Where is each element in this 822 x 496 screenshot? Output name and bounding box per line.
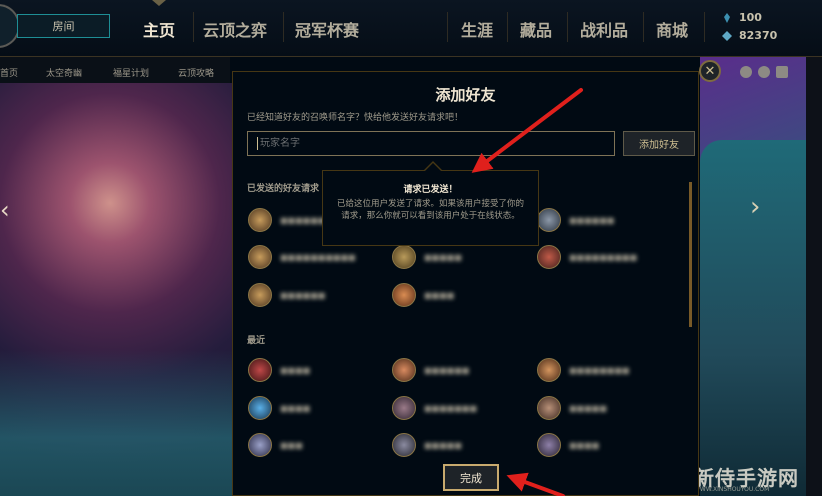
done-button[interactable]: 完成 [443, 464, 499, 491]
chat-icon[interactable] [758, 66, 770, 78]
subnav-item[interactable]: 云顶攻略 [178, 66, 214, 79]
nav-collection[interactable]: 藏品 [520, 17, 552, 41]
nav-tft[interactable]: 云顶之弈 [203, 17, 267, 41]
list-item[interactable]: ■■■■■■■■ [537, 358, 629, 382]
avatar [537, 358, 561, 382]
add-friend-button[interactable]: 添加好友 [623, 131, 695, 156]
divider [507, 12, 508, 42]
list-item[interactable]: ■■■■■■■■■ [537, 245, 637, 269]
chevron-left-icon[interactable]: ‹ [0, 196, 10, 224]
nav-home[interactable]: 主页 [143, 17, 175, 41]
social-icons [740, 66, 788, 78]
scrollbar[interactable] [689, 182, 692, 327]
avatar [537, 433, 561, 457]
riot-points-icon [722, 30, 732, 41]
list-item[interactable]: ■■■■■■ [248, 283, 325, 307]
avatar [248, 283, 272, 307]
summoner-name-input[interactable] [247, 131, 615, 156]
subnav-item[interactable]: 首页 [0, 66, 18, 79]
list-item[interactable]: ■■■■■ [537, 396, 607, 420]
recent-players-header: 最近 [247, 336, 266, 346]
subnav-item[interactable]: 福星计划 [113, 66, 149, 79]
avatar [392, 283, 416, 307]
avatar [537, 208, 561, 232]
divider [447, 12, 448, 42]
mail-icon[interactable] [776, 66, 788, 78]
background-splash-art-lower [0, 350, 232, 496]
divider [193, 12, 194, 42]
text-caret [257, 137, 258, 150]
list-item[interactable]: ■■■■■■■ [248, 208, 333, 232]
avatar [248, 433, 272, 457]
social-sidebar-edge [806, 57, 822, 496]
sent-requests-header: 已发送的好友请求 [247, 184, 320, 194]
list-item[interactable]: ■■■■■■ [392, 358, 469, 382]
avatar [248, 396, 272, 420]
currency-wallet[interactable]: 100 82370 [706, 6, 822, 50]
avatar [537, 396, 561, 420]
home-subnav: 首页 太空奇幽 福星计划 云顶攻略 [0, 57, 230, 83]
tooltip-body: 已给这位用户发送了请求。如果该用户接受了你的请求，那么你就可以看到该用户处于在线… [337, 199, 525, 221]
divider [643, 12, 644, 42]
blue-essence-amount: 100 [739, 11, 762, 24]
avatar [248, 208, 272, 232]
list-item[interactable]: ■■■■ [248, 396, 310, 420]
close-icon[interactable]: ✕ [699, 60, 721, 82]
list-item[interactable]: ■■■■■■ [537, 208, 614, 232]
nav-store[interactable]: 商城 [656, 17, 688, 41]
modal-title: 添加好友 [435, 86, 496, 104]
list-item[interactable]: ■■■■■ [392, 245, 462, 269]
divider [283, 12, 284, 42]
chevron-right-icon[interactable]: › [750, 192, 768, 222]
list-item[interactable]: ■■■■■■■■■■ [248, 245, 356, 269]
watermark-url: WWW.XINSHOUYOU.COM [694, 486, 770, 493]
avatar [392, 358, 416, 382]
nav-loot[interactable]: 战利品 [580, 17, 628, 41]
chevron-down-icon [152, 0, 166, 6]
avatar [392, 245, 416, 269]
modal-description: 已经知道好友的召唤师名字？快给他发送好友请求吧！ [247, 113, 464, 123]
subnav-item[interactable]: 太空奇幽 [46, 66, 82, 79]
avatar [392, 433, 416, 457]
divider [704, 12, 705, 42]
list-item[interactable]: ■■■■■ [392, 433, 462, 457]
request-sent-tooltip: 请求已发送！ 已给这位用户发送了请求。如果该用户接受了你的请求，那么你就可以看到… [322, 170, 539, 246]
blue-essence-icon [724, 12, 730, 23]
list-item[interactable]: ■■■■ [248, 358, 310, 382]
tooltip-pointer-inner [425, 163, 441, 171]
list-item[interactable]: ■■■■ [537, 433, 599, 457]
list-item[interactable]: ■■■ [248, 433, 303, 457]
avatar [248, 245, 272, 269]
avatar [248, 358, 272, 382]
nav-clash[interactable]: 冠军杯赛 [295, 17, 359, 41]
add-friend-icon[interactable] [740, 66, 752, 78]
avatar [392, 396, 416, 420]
list-item[interactable]: ■■■■■■■ [392, 396, 477, 420]
list-item[interactable]: ■■■■ [392, 283, 454, 307]
nav-profile[interactable]: 生涯 [461, 17, 493, 41]
riot-points-amount: 82370 [739, 29, 778, 42]
party-button[interactable]: 房间 [17, 14, 110, 38]
tooltip-title: 请求已发送！ [403, 185, 458, 195]
divider [567, 12, 568, 42]
top-navigation-bar: 房间 主页 云顶之弈 冠军杯赛 生涯 藏品 战利品 商城 100 82370 [0, 0, 822, 57]
avatar [537, 245, 561, 269]
